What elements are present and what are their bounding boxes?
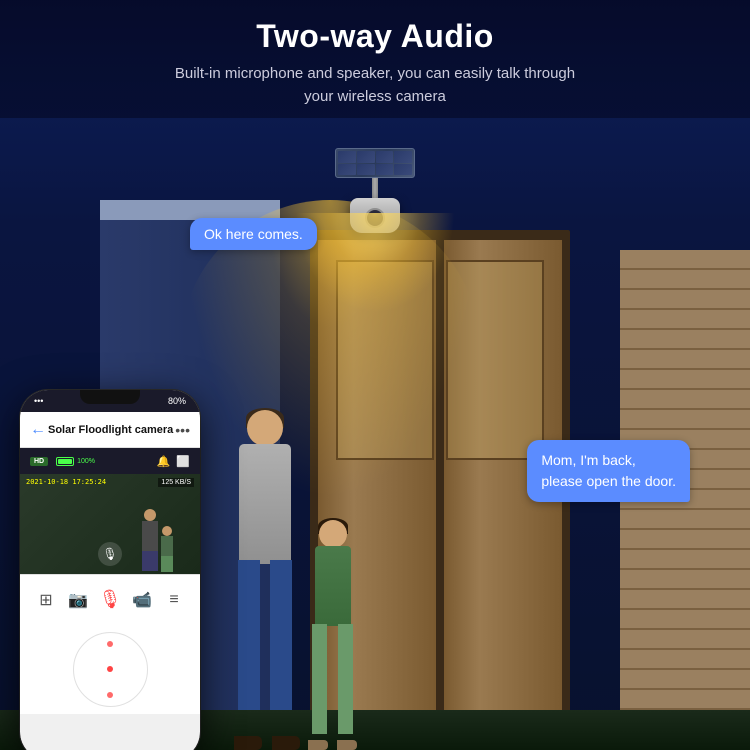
adult-left-shoe: [234, 736, 262, 750]
header: Two-way Audio Built-in microphone and sp…: [0, 0, 750, 118]
mic-button[interactable]: 🎙: [95, 585, 125, 615]
child-body: [315, 546, 351, 626]
settings-button[interactable]: ≡: [159, 585, 189, 615]
feed-speed: 125 KB/S: [158, 478, 194, 487]
feed-person-body: [142, 521, 158, 551]
adult-figure: [220, 410, 310, 750]
subtitle: Built-in microphone and speaker, you can…: [135, 63, 615, 108]
child-shoe-left: [308, 740, 328, 750]
phone-body: ••• ▲ 80% ← Solar Floodlight camera ••• …: [20, 390, 200, 750]
child-shoe-right: [337, 740, 357, 750]
ptz-up[interactable]: [107, 641, 113, 647]
main-title: Two-way Audio: [20, 18, 730, 55]
screenshot-icon[interactable]: ⬜: [176, 455, 190, 468]
phone-mockup: ••• ▲ 80% ← Solar Floodlight camera ••• …: [20, 390, 200, 750]
camera-capture-button[interactable]: 📷: [63, 585, 93, 615]
camera-body: [350, 198, 400, 233]
child-figure: [300, 520, 365, 750]
camera-lens: [365, 208, 385, 228]
feed-person-legs: [142, 551, 158, 571]
child-right-leg: [338, 624, 353, 734]
layout-button[interactable]: ⊞: [31, 585, 61, 615]
phone-notch: [80, 390, 140, 404]
camera-title: Solar Floodlight camera: [48, 424, 173, 436]
page-wrapper: Ok here comes. Mom, I'm back, please ope…: [0, 0, 750, 750]
feed-timestamp: 2021-10-18 17:25:24: [26, 478, 106, 486]
phone-screen: ••• ▲ 80% ← Solar Floodlight camera ••• …: [20, 390, 200, 750]
ptz-circle[interactable]: [73, 632, 148, 707]
phone-toolbar: HD 100% 🔔 ⬜: [20, 448, 200, 474]
solar-cell: [357, 164, 375, 176]
solar-cell: [338, 164, 356, 176]
solar-cell: [394, 164, 412, 176]
feed-child-figure: [159, 526, 175, 574]
adult-left-leg: [238, 560, 260, 710]
ptz-center[interactable]: [107, 666, 113, 672]
feed-person-adult: [140, 509, 160, 574]
camera-feed: 2021-10-18 17:25:24 125 KB/S 🎙: [20, 474, 200, 574]
people-group: [220, 410, 365, 750]
camera-speech-bubble: Ok here comes.: [190, 218, 317, 250]
battery-indicator: 100%: [56, 457, 95, 466]
camera-bubble-text: Ok here comes.: [204, 226, 303, 242]
child-head: [319, 520, 347, 548]
camera-pole: [372, 178, 378, 198]
subtitle-line2: your wireless camera: [304, 88, 446, 105]
security-camera: [335, 148, 415, 233]
child-bubble-line1: Mom, I'm back,: [541, 452, 635, 468]
adult-right-leg: [270, 560, 292, 710]
child-bubble-line2: please open the door.: [541, 473, 676, 489]
feed-child-body: [161, 536, 173, 556]
phone-nav-bar: ← Solar Floodlight camera •••: [20, 412, 200, 448]
ptz-down[interactable]: [107, 692, 113, 698]
adult-head: [247, 410, 283, 446]
child-speech-bubble: Mom, I'm back, please open the door.: [527, 440, 690, 502]
feed-child-legs: [161, 556, 173, 572]
solar-cell: [376, 164, 394, 176]
video-button[interactable]: 📹: [127, 585, 157, 615]
feed-person-head: [144, 509, 156, 521]
mute-icon[interactable]: 🔔: [157, 455, 171, 468]
solar-panel: [335, 148, 415, 178]
toolbar-right: 🔔 ⬜: [157, 455, 190, 468]
battery-fill: [58, 459, 72, 464]
solar-cell: [394, 151, 412, 163]
wall-top-trim: [100, 200, 280, 220]
adult-body: [239, 444, 291, 564]
solar-cell: [376, 151, 394, 163]
status-dots: •••: [34, 396, 43, 406]
feed-child-head: [162, 526, 172, 536]
child-left-leg: [312, 624, 327, 734]
ptz-control: [20, 624, 200, 714]
battery-percentage: 100%: [77, 458, 95, 465]
solar-cell: [357, 151, 375, 163]
status-battery: 80%: [168, 396, 186, 406]
phone-controls: ⊞ 📷 🎙 📹 ≡: [20, 574, 200, 624]
solar-cell: [338, 151, 356, 163]
back-button[interactable]: ←: [30, 421, 46, 439]
more-button[interactable]: •••: [175, 422, 190, 438]
adult-right-shoe: [272, 736, 300, 750]
hd-badge: HD: [30, 457, 48, 466]
feed-mic-overlay: 🎙: [98, 542, 122, 566]
battery-bar: [56, 457, 74, 466]
subtitle-line1: Built-in microphone and speaker, you can…: [175, 65, 575, 82]
